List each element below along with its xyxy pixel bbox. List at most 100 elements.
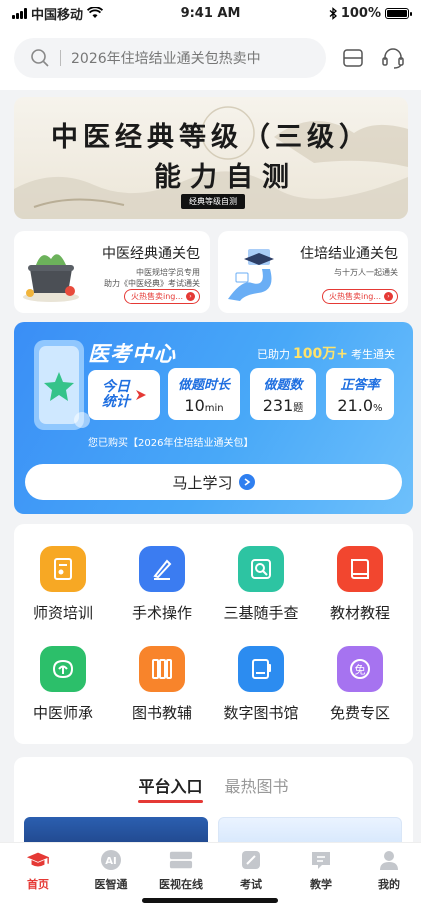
- grid-label: 手术操作: [131, 604, 192, 622]
- grid-item-lookup[interactable]: 三基随手查: [212, 546, 310, 623]
- stat-count: 做题数 231题: [250, 368, 316, 420]
- stat-label: 正答率: [340, 378, 380, 393]
- graduation-road-illustration: [228, 249, 274, 301]
- stat-unit: min: [204, 403, 224, 414]
- grid-label: 数字图书馆: [223, 704, 299, 722]
- purchased-notice: 您已购买【2026年住培结业通关包】: [88, 438, 254, 449]
- function-grid: 师资培训 手术操作 三基随手查 教材教程 中医师承 图书教辅 数字图书馆 免 免…: [14, 524, 413, 744]
- grid-label: 免费专区: [329, 704, 390, 722]
- lookup-icon: [238, 546, 284, 592]
- wifi-icon: [87, 7, 104, 18]
- books-icon: [139, 646, 185, 692]
- battery-icon: [385, 7, 412, 19]
- scan-icon[interactable]: [340, 45, 366, 71]
- carrier-label: 中国移动: [31, 7, 84, 23]
- grid-label: 图书教辅: [131, 704, 192, 722]
- stat-label: 做题数: [263, 378, 303, 393]
- stat-label: 做题时长: [177, 378, 230, 393]
- hot-sale-badge[interactable]: 火热售卖ing... ›: [124, 289, 200, 304]
- bluetooth-icon: [329, 6, 337, 20]
- stat-accuracy: 正答率 21.0%: [326, 368, 394, 420]
- headset-icon[interactable]: [380, 45, 406, 71]
- graduation-cap-icon: [26, 849, 50, 871]
- banner-seal: 经典等级自测: [181, 194, 245, 209]
- arrow-right-icon: [136, 390, 146, 400]
- grid-item-digital-library[interactable]: 数字图书馆: [212, 646, 310, 723]
- grid-label: 师资培训: [32, 604, 93, 622]
- today-stats-button[interactable]: 今日统计: [88, 370, 160, 420]
- grid-item-teacher-training[interactable]: 师资培训: [14, 546, 112, 623]
- tab-label: 医智通: [94, 878, 128, 891]
- battery-percent: 100%: [340, 5, 381, 21]
- ai-icon: AI: [99, 849, 123, 871]
- helped-info: 已助力 100万+ 考生通关: [257, 343, 395, 363]
- bottom-tab-bar: 首页 AI 医智通 医视在线 考试 教学 我的: [0, 842, 421, 909]
- stat-value: 21.0: [337, 396, 374, 415]
- stat-value: 231: [262, 396, 294, 415]
- tab-ai[interactable]: AI 医智通: [81, 849, 141, 892]
- header: 2026年住培结业通关包热卖中: [0, 26, 421, 90]
- exam-center-title: 医考中心: [88, 342, 176, 366]
- video-icon: [169, 849, 193, 871]
- teaching-icon: [309, 849, 333, 871]
- svg-text:AI: AI: [105, 856, 116, 867]
- tab-label: 我的: [378, 878, 400, 891]
- grid-item-free-zone[interactable]: 免 免费专区: [311, 646, 409, 723]
- helped-suffix: 考生通关: [351, 348, 395, 361]
- search-placeholder: 2026年住培结业通关包热卖中: [71, 51, 261, 67]
- tcm-classic-pass-card[interactable]: 中医经典通关包 中医规培学员专用 助力《中医经典》考试通关 火热售卖ing...…: [14, 231, 210, 313]
- tab-label: 教学: [310, 878, 332, 891]
- tab-video[interactable]: 医视在线: [151, 849, 211, 892]
- tab-teaching[interactable]: 教学: [291, 849, 351, 892]
- grid-item-tcm-heritage[interactable]: 中医师承: [14, 646, 112, 723]
- digital-library-icon: [238, 646, 284, 692]
- hot-sale-badge[interactable]: 火热售卖ing... ›: [322, 289, 398, 304]
- stat-duration: 做题时长 10min: [168, 368, 240, 420]
- home-indicator: [142, 898, 278, 903]
- grid-item-surgery[interactable]: 手术操作: [113, 546, 211, 623]
- tcm-heritage-icon: [40, 646, 86, 692]
- tab-label: 医视在线: [159, 878, 203, 891]
- surgery-icon: [139, 546, 185, 592]
- profile-icon: [377, 849, 401, 871]
- chevron-right-icon: [238, 474, 255, 490]
- tab-exam[interactable]: 考试: [221, 849, 281, 892]
- hot-sale-label: 火热售卖ing...: [131, 292, 183, 301]
- chevron-right-icon: ›: [186, 292, 195, 301]
- tab-home[interactable]: 首页: [8, 849, 68, 892]
- tab-label: 首页: [27, 878, 49, 891]
- search-input[interactable]: 2026年住培结业通关包热卖中: [14, 38, 326, 78]
- helped-prefix: 已助力: [257, 348, 291, 361]
- pass-card-title: 中医经典通关包: [102, 246, 200, 262]
- chevron-right-icon: ›: [384, 292, 393, 301]
- grid-label: 教材教程: [329, 604, 390, 622]
- status-bar: 中国移动 9:41 AM 100%: [0, 0, 421, 26]
- signal-icon: [12, 7, 27, 19]
- promo-banner[interactable]: 中医经典等级（三级） 能力自测 经典等级自测: [14, 97, 408, 219]
- stat-unit: 题: [293, 403, 304, 414]
- search-divider: [60, 50, 61, 66]
- banner-title: 中医经典等级（三级）: [51, 122, 371, 153]
- teacher-training-icon: [40, 546, 86, 592]
- exam-center-card: 医考中心 已助力 100万+ 考生通关 今日统计 做题时长 10min 做题数 …: [14, 322, 413, 514]
- grid-label: 中医师承: [32, 704, 93, 722]
- pass-card-desc: 与十万人一起通关: [334, 268, 398, 277]
- tab-platform-entry[interactable]: 平台入口: [138, 773, 203, 803]
- start-study-button[interactable]: 马上学习: [25, 464, 402, 500]
- residency-pass-card[interactable]: 住培结业通关包 与十万人一起通关 火热售卖ing... ›: [218, 231, 408, 313]
- grid-item-textbook[interactable]: 教材教程: [311, 546, 409, 623]
- tab-hot-books[interactable]: 最热图书: [225, 773, 289, 797]
- stat-value: 10: [184, 396, 205, 415]
- pass-card-desc: 助力《中医经典》考试通关: [104, 279, 200, 288]
- tab-label: 考试: [240, 878, 262, 891]
- tab-profile[interactable]: 我的: [359, 849, 419, 892]
- exam-icon: [239, 849, 263, 871]
- banner-subtitle: 能力自测: [154, 162, 298, 193]
- today-stats-label: 今日统计: [102, 379, 130, 410]
- phone-star-illustration: [34, 340, 90, 430]
- grid-item-books[interactable]: 图书教辅: [113, 646, 211, 723]
- search-icon: [31, 49, 49, 67]
- svg-text:免: 免: [355, 663, 366, 677]
- stat-unit: %: [373, 403, 383, 414]
- hot-sale-label: 火热售卖ing...: [329, 292, 381, 301]
